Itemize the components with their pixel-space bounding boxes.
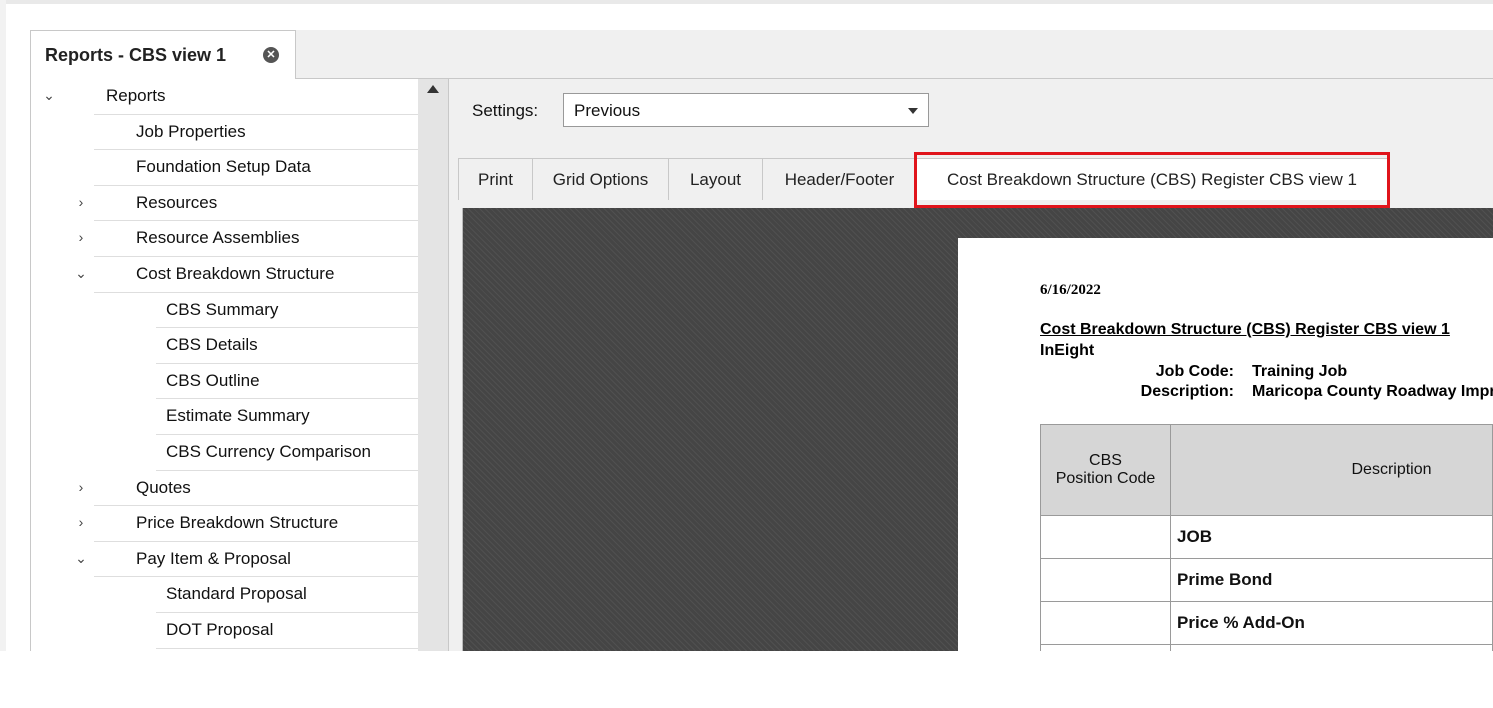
highlight-box (914, 152, 1390, 208)
tree-item-standard-proposal[interactable]: Standard Proposal (156, 577, 420, 613)
tree-item-label: CBS Currency Comparison (166, 442, 372, 461)
tree-item-resources[interactable]: Resources (94, 185, 420, 222)
collapse-chevron-icon[interactable]: ⌄ (73, 550, 89, 567)
tree-item-label: Pay Item & Proposal (136, 548, 291, 568)
tree-item-price-breakdown-structure[interactable]: Price Breakdown Structure (94, 506, 420, 542)
header-code-line1: CBS (1089, 452, 1122, 469)
job-code-value: Training Job (1252, 363, 1348, 380)
description-label: Description: (1140, 383, 1234, 400)
tree-item-resource-assemblies[interactable]: Resource Assemblies (94, 221, 420, 257)
expand-chevron-icon[interactable]: › (73, 194, 89, 210)
tree-item-label: Standard Proposal (166, 584, 307, 604)
chevron-down-icon[interactable] (908, 108, 918, 114)
report-tree: ⌄ Reports Job Properties Foundation Setup D… (30, 79, 449, 651)
tree-item-label: Job Properties (136, 121, 246, 141)
tree-item-label: Cost Breakdown Structure (136, 264, 335, 283)
tab-layout[interactable]: Layout (668, 158, 763, 200)
table-row: Price % Add-On (1039, 601, 1493, 645)
top-frame (0, 0, 1493, 4)
collapse-chevron-icon[interactable]: ⌄ (41, 87, 57, 104)
tree-item-dot-proposal[interactable]: DOT Proposal (156, 613, 420, 649)
left-frame (0, 0, 6, 708)
cbs-register-table: CBS Position Code Description JOB Prime … (1039, 424, 1493, 651)
tree-item-cbs-summary[interactable]: CBS Summary (156, 292, 420, 329)
settings-dropdown[interactable]: Previous (563, 93, 929, 127)
tree-item-foundation-setup-data[interactable]: Foundation Setup Data (94, 150, 420, 186)
tree-item-cbs-details[interactable]: CBS Details (156, 328, 420, 364)
tree-item-cbs-outline[interactable]: CBS Outline (156, 363, 420, 400)
expand-chevron-icon[interactable]: › (73, 229, 89, 245)
tree-item-label: Price Breakdown Structure (136, 513, 339, 533)
tree-item-label: Resource Assemblies (136, 228, 300, 248)
cell-description: JOB (1170, 515, 1493, 559)
settings-selected-value: Previous (574, 101, 641, 120)
tab-grid-options[interactable]: Grid Options (532, 158, 669, 200)
tree-item-label: Reports (106, 86, 166, 105)
header-code-line2: Position Code (1055, 470, 1156, 487)
report-date: 6/16/2022 (1040, 282, 1101, 298)
settings-label: Settings: (472, 101, 539, 120)
report-title: Cost Breakdown Structure (CBS) Register … (1040, 321, 1450, 338)
expand-chevron-icon[interactable]: › (73, 479, 89, 495)
cell-code (1039, 558, 1172, 602)
document-tab[interactable]: Reports - CBS view 1 ✕ (30, 30, 296, 79)
expand-chevron-icon[interactable]: › (73, 514, 89, 530)
tree-item-label: Foundation Setup Data (136, 157, 311, 177)
tree-item-quotes[interactable]: Quotes (94, 470, 420, 507)
table-row: Prime Bond (1039, 558, 1493, 602)
report-page: 6/16/2022 Cost Breakdown Structure (CBS)… (958, 238, 1493, 651)
tree-item-job-properties[interactable]: Job Properties (94, 114, 420, 151)
scroll-up-arrow-icon[interactable] (427, 85, 439, 93)
document-tab-title: Reports - CBS view 1 (45, 45, 227, 65)
tree-item-cbs-currency-comparison[interactable]: CBS Currency Comparison (156, 435, 420, 471)
tree-item-label: DOT Proposal (166, 620, 274, 639)
cell-description: Prime Bond (1170, 558, 1493, 602)
cell-description: Price % Add-On (1170, 601, 1493, 645)
table-row: JOB (1039, 515, 1493, 559)
report-company: InEight (1040, 342, 1095, 359)
cell-code (1039, 515, 1172, 559)
tree-item-reports[interactable]: Reports (94, 79, 420, 115)
tree-item-label: Estimate Summary (166, 406, 310, 426)
tree-item-pay-item-proposal[interactable]: Pay Item & Proposal (94, 541, 420, 578)
tree-item-estimate-summary[interactable]: Estimate Summary (156, 399, 420, 435)
column-header-description: Description (1170, 424, 1493, 516)
cell-code (1039, 601, 1172, 645)
tab-header-footer[interactable]: Header/Footer (762, 158, 917, 200)
tree-item-cost-breakdown-structure[interactable]: Cost Breakdown Structure (94, 257, 420, 293)
close-icon[interactable]: ✕ (263, 47, 279, 63)
tree-item-label: CBS Summary (166, 299, 279, 319)
collapse-chevron-icon[interactable]: ⌄ (73, 265, 89, 282)
tree-item-label: Resources (136, 192, 218, 212)
column-header-cbs-position-code: CBS Position Code (1039, 424, 1172, 516)
job-code-label: Job Code: (1155, 363, 1234, 380)
tab-print[interactable]: Print (458, 158, 533, 200)
description-value: Maricopa County Roadway Improvements (1252, 383, 1493, 400)
tree-item-label: Quotes (136, 477, 191, 497)
bottom-margin (0, 651, 1493, 708)
tree-item-label: CBS Outline (166, 370, 260, 390)
tree-scrollbar[interactable] (418, 79, 448, 651)
tree-item-label: CBS Details (166, 335, 258, 355)
